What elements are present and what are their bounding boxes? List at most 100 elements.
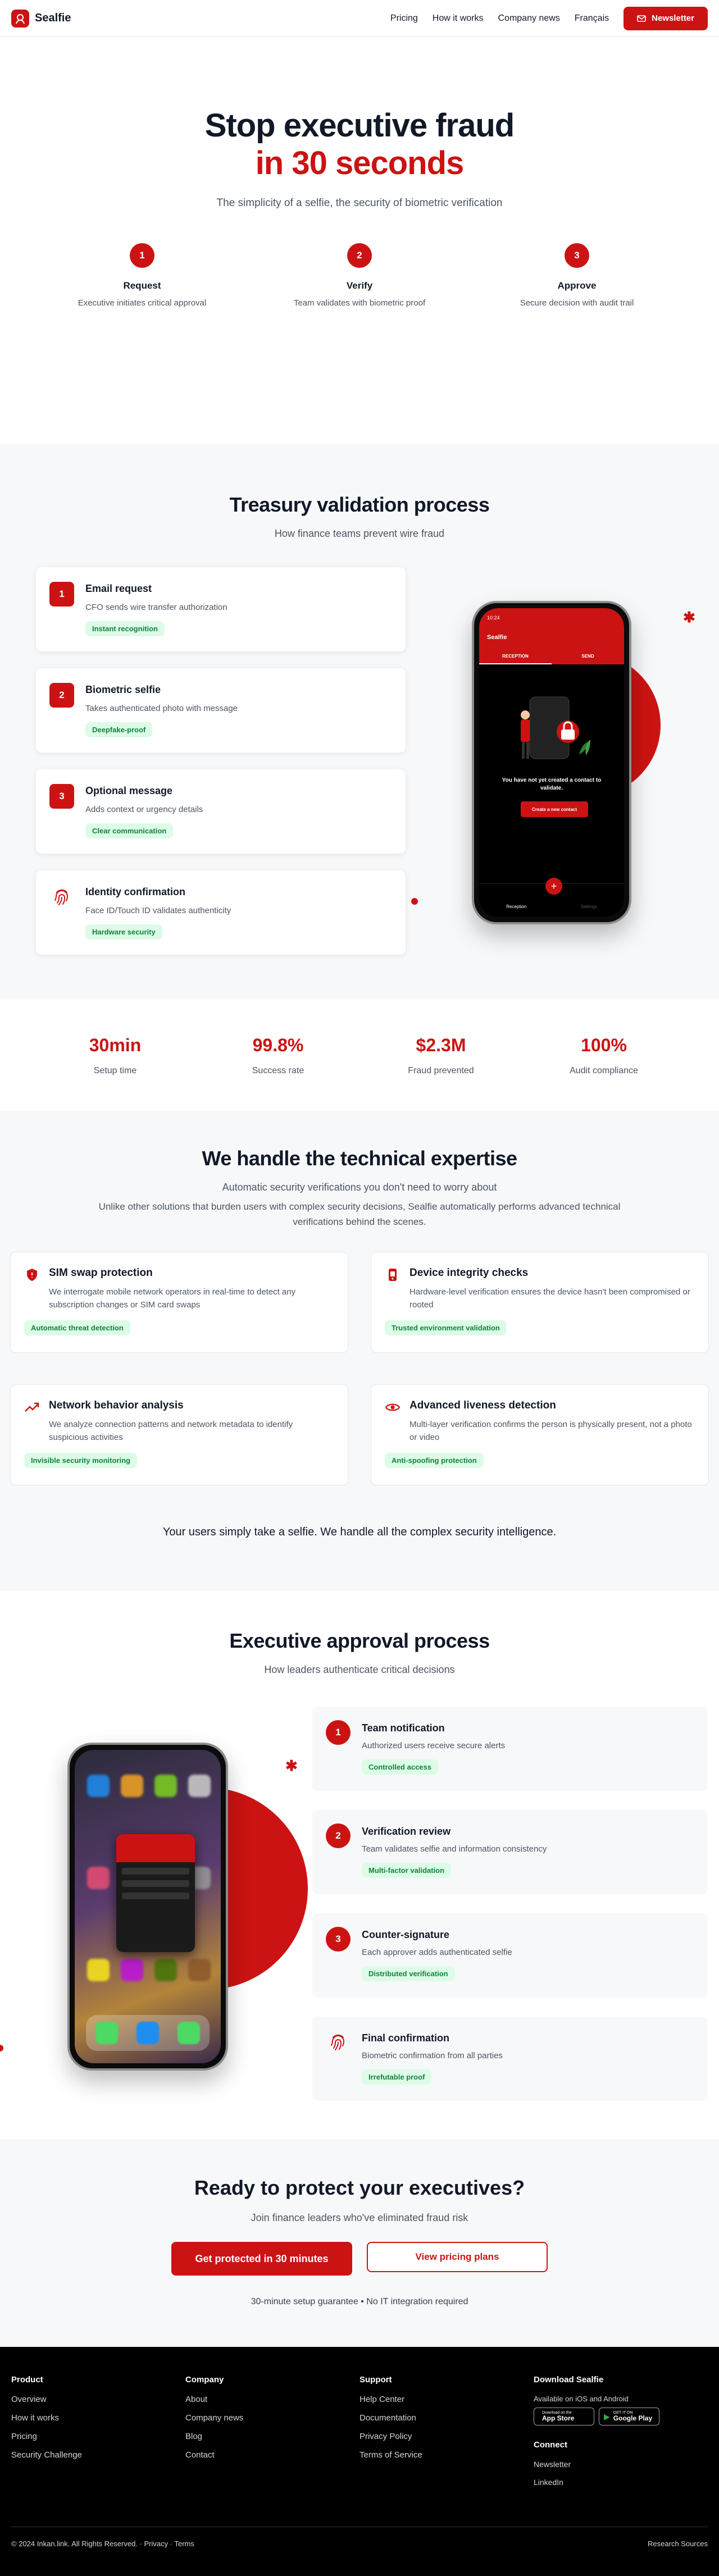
expertise-section: We handle the technical expertise Automa…: [0, 1111, 719, 1591]
card-title: Biometric selfie: [85, 684, 161, 695]
footer-heading: Company: [185, 2375, 224, 2384]
nav-company-news[interactable]: Company news: [498, 13, 559, 24]
step-number: 1: [130, 243, 154, 268]
hero-title: Stop executive fraud in 30 seconds: [0, 107, 719, 183]
app-title: Sealfie: [487, 634, 507, 641]
card-tag: Irrefutable proof: [362, 2069, 432, 2085]
card-desc: Each approver adds authenticated selfie: [362, 1948, 512, 1957]
google-play-badge[interactable]: ▶ GET IT ON Google Play: [599, 2408, 659, 2425]
feature-tag: Automatic threat detection: [24, 1320, 130, 1336]
footer-link[interactable]: Pricing: [11, 2432, 185, 2441]
newsletter-label: Newsletter: [652, 13, 694, 23]
card-desc: Team validates selfie and information co…: [362, 1844, 547, 1854]
bottom-tab-reception[interactable]: Reception: [506, 904, 526, 909]
hero-step: 3 Approve Secure decision with audit tra…: [504, 243, 650, 308]
app-preview-card: [116, 1834, 195, 1952]
step-number: 1: [49, 582, 74, 607]
view-pricing-button[interactable]: View pricing plans: [367, 2242, 548, 2272]
tab-reception[interactable]: RECEPTION: [479, 654, 552, 664]
newsletter-button[interactable]: Newsletter: [624, 6, 708, 30]
executive-subtitle: How leaders authenticate critical decisi…: [264, 1664, 455, 1675]
nav-pricing[interactable]: Pricing: [390, 13, 418, 24]
dock: [86, 2015, 210, 2051]
expertise-title: We handle the technical expertise: [202, 1147, 517, 1170]
stat: 99.8% Success rate: [211, 1035, 345, 1076]
step-desc: Team validates with biometric proof: [293, 298, 426, 308]
cta-title: Ready to protect your executives?: [194, 2176, 525, 2199]
footer-link-newsletter[interactable]: Newsletter: [534, 2460, 708, 2469]
tab-send[interactable]: SEND: [552, 654, 624, 664]
footer-link[interactable]: Security Challenge: [11, 2450, 185, 2460]
hero-subtitle: The simplicity of a selfie, the security…: [216, 197, 503, 209]
app-store-badge[interactable]: Download on the App Store: [534, 2408, 594, 2425]
expertise-subtitle: Automatic security verifications you don…: [222, 1182, 497, 1193]
feature-tag: Trusted environment validation: [385, 1320, 507, 1336]
terms-link[interactable]: Terms: [174, 2539, 194, 2548]
footer-link[interactable]: How it works: [11, 2413, 185, 2423]
footer-link-linkedin[interactable]: LinkedIn: [534, 2478, 708, 2487]
nav-how-it-works[interactable]: How it works: [433, 13, 484, 24]
sparkle-icon: ✱: [285, 1757, 298, 1774]
footer-link[interactable]: Documentation: [360, 2413, 534, 2423]
executive-section: Executive approval process How leaders a…: [0, 1591, 719, 2139]
card-title: Email request: [85, 583, 152, 594]
footer-link[interactable]: Terms of Service: [360, 2450, 534, 2460]
footer-link[interactable]: Privacy Policy: [360, 2432, 534, 2441]
card-tag: Controlled access: [362, 1759, 438, 1775]
brand-name: Sealfie: [35, 12, 71, 24]
card-desc: Face ID/Touch ID validates authenticity: [85, 906, 231, 915]
stat: $2.3M Fraud prevented: [374, 1035, 508, 1076]
feature-title: SIM swap protection: [49, 1267, 153, 1279]
expertise-paragraph: Unlike other solutions that burden users…: [98, 1201, 621, 1228]
footer-heading: Support: [360, 2375, 392, 2384]
stats-section: 30min Setup time 99.8% Success rate $2.3…: [0, 1000, 719, 1111]
main-nav: Pricing How it works Company news França…: [390, 6, 708, 30]
step-number: 3: [565, 243, 589, 268]
brand[interactable]: Sealfie: [11, 9, 71, 28]
footer-link[interactable]: Blog: [185, 2432, 360, 2441]
bottom-tab-settings[interactable]: Settings: [581, 904, 597, 909]
step-desc: Secure decision with audit trail: [520, 298, 634, 308]
executive-step-card: 2 Verification review Team validates sel…: [312, 1810, 708, 1894]
empty-state-text: You have not yet created a contact to va…: [502, 777, 602, 791]
nav-language[interactable]: Français: [575, 13, 609, 24]
footer-bottom: © 2024 Inkan.link. All Rights Reserved. …: [11, 2527, 708, 2548]
footer-column-download: Download Sealfie Available on iOS and An…: [534, 2375, 708, 2496]
phone-mockup: [67, 1743, 228, 2071]
site-header: Sealfie Pricing How it works Company new…: [0, 0, 719, 37]
feature-desc: Hardware-level verification ensures the …: [409, 1287, 690, 1310]
executive-step-card: 1 Team notification Authorized users rec…: [312, 1707, 708, 1791]
step-title: Request: [123, 280, 161, 291]
treasury-subtitle: How finance teams prevent wire fraud: [274, 528, 445, 539]
trend-icon: [24, 1399, 40, 1415]
feature-card: Advanced liveness detection Multi-layer …: [371, 1384, 709, 1486]
treasury-step-card: Identity confirmation Face ID/Touch ID v…: [36, 870, 406, 955]
executive-title: Executive approval process: [229, 1629, 490, 1652]
feature-desc: Multi-layer verification confirms the pe…: [409, 1420, 692, 1442]
card-tag: Deepfake-proof: [85, 722, 153, 737]
sealfie-logo-icon: [11, 9, 29, 28]
research-sources-link[interactable]: Research Sources: [648, 2539, 708, 2548]
footer-link[interactable]: Help Center: [360, 2395, 534, 2404]
site-footer: Product Overview How it works Pricing Se…: [0, 2347, 719, 2576]
stat-label: Setup time: [93, 1065, 137, 1075]
get-protected-button[interactable]: Get protected in 30 minutes: [171, 2242, 352, 2276]
stat-label: Fraud prevented: [408, 1065, 474, 1075]
feature-title: Advanced liveness detection: [409, 1399, 556, 1412]
feature-title: Device integrity checks: [409, 1267, 529, 1279]
feature-grid: SIM swap protection We interrogate mobil…: [10, 1252, 709, 1486]
create-contact-button[interactable]: Create a new contact: [521, 801, 588, 817]
footer-link[interactable]: Company news: [185, 2413, 360, 2423]
step-desc: Executive initiates critical approval: [78, 298, 207, 308]
footer-column-product: Product Overview How it works Pricing Se…: [11, 2375, 185, 2496]
footer-link[interactable]: About: [185, 2395, 360, 2404]
feature-desc: We interrogate mobile network operators …: [49, 1287, 296, 1310]
footer-link[interactable]: Overview: [11, 2395, 185, 2404]
cta-section: Ready to protect your executives? Join f…: [0, 2139, 719, 2347]
feature-tag: Anti-spoofing protection: [385, 1453, 484, 1469]
footer-link[interactable]: Contact: [185, 2450, 360, 2460]
privacy-link[interactable]: Privacy: [144, 2539, 169, 2548]
footer-heading: Product: [11, 2375, 43, 2384]
add-fab-icon[interactable]: +: [545, 878, 562, 895]
treasury-steps: 1 Email request CFO sends wire transfer …: [36, 567, 406, 972]
